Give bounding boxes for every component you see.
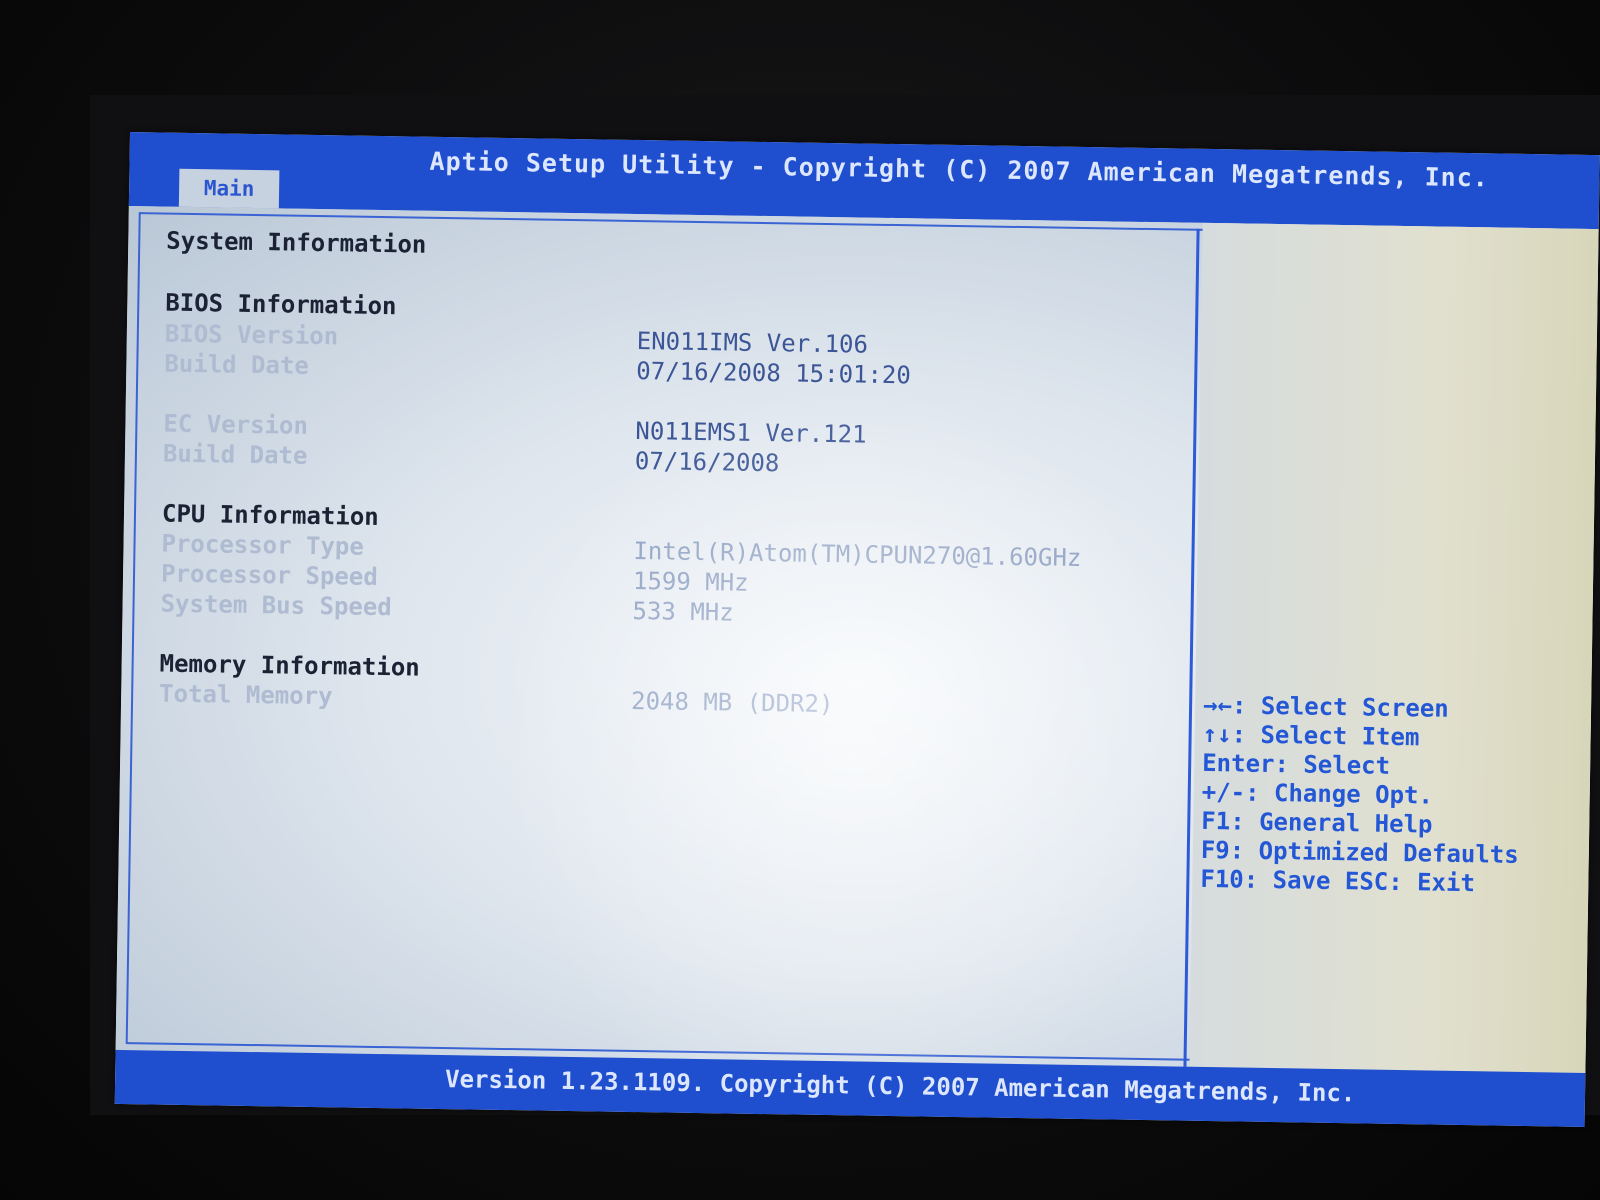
memory-info-heading: Memory Information <box>159 649 420 682</box>
tab-main[interactable]: Main <box>178 168 280 209</box>
bios-version-label: BIOS Version <box>164 319 339 351</box>
ec-version-value: N011EMS1 Ver.121 <box>635 416 867 449</box>
processor-speed-value: 1599 MHz <box>632 566 749 597</box>
processor-type-value: Intel(R)Atom(TM)CPUN270@1.60GHz <box>633 536 1082 572</box>
bios-build-date-value: 07/16/2008 15:01:20 <box>636 356 912 390</box>
ec-build-date-value: 07/16/2008 <box>634 446 780 478</box>
main-area: System Information BIOS Information BIOS… <box>115 205 1599 1127</box>
key-help-list: →←: Select Screen ↑↓: Select Item Enter:… <box>1200 691 1521 899</box>
title-text: Aptio Setup Utility - Copyright (C) 2007… <box>429 146 1490 193</box>
bios-build-date-label: Build Date <box>164 349 310 380</box>
bus-speed-value: 533 MHz <box>632 596 734 627</box>
processor-speed-label: Processor Speed <box>160 559 379 591</box>
total-memory-label: Total Memory <box>158 679 333 711</box>
ec-build-date-label: Build Date <box>162 439 308 470</box>
bios-info-heading: BIOS Information <box>165 288 397 321</box>
version-copyright-text: Version 1.23.1109. Copyright (C) 2007 Am… <box>444 1065 1356 1108</box>
processor-type-label: Processor Type <box>161 529 365 561</box>
bios-screen: Aptio Setup Utility - Copyright (C) 2007… <box>114 132 1600 1127</box>
help-panel: →←: Select Screen ↑↓: Select Item Enter:… <box>1189 222 1599 1073</box>
page-title: System Information <box>166 226 427 259</box>
ec-version-label: EC Version <box>163 409 309 440</box>
bus-speed-label: System Bus Speed <box>160 589 392 622</box>
help-line-save-exit: F10: Save ESC: Exit <box>1200 864 1476 898</box>
total-memory-value: 2048 MB (DDR2) <box>630 686 834 719</box>
info-panel: System Information BIOS Information BIOS… <box>116 206 1197 1067</box>
cpu-info-heading: CPU Information <box>161 499 379 531</box>
bios-version-value: EN011IMS Ver.106 <box>636 326 869 359</box>
